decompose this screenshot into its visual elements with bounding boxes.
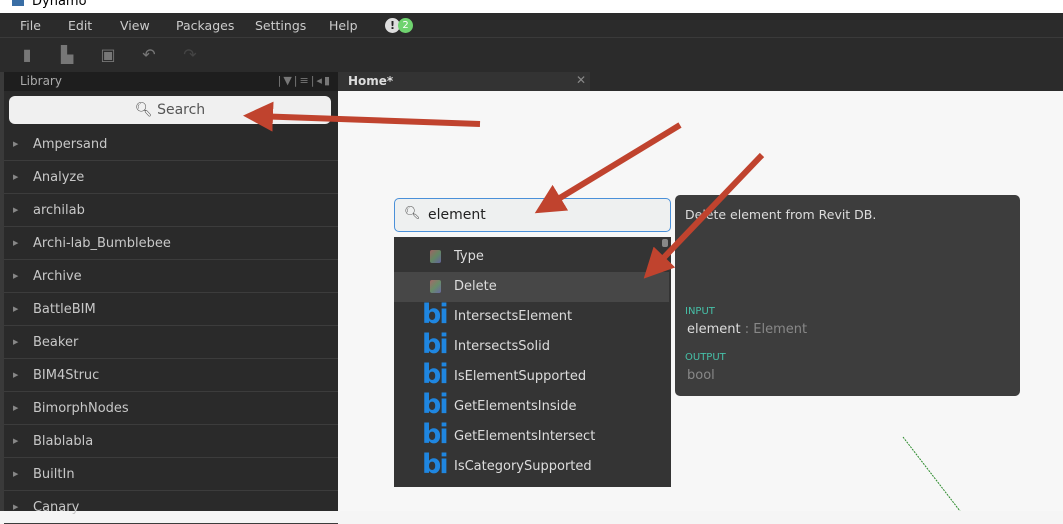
annotation-arrow (643, 152, 765, 279)
annotation-arrow (534, 122, 682, 214)
connector-wire (902, 436, 961, 511)
annotation-arrow (243, 101, 481, 132)
annotation-overlay (243, 101, 961, 511)
